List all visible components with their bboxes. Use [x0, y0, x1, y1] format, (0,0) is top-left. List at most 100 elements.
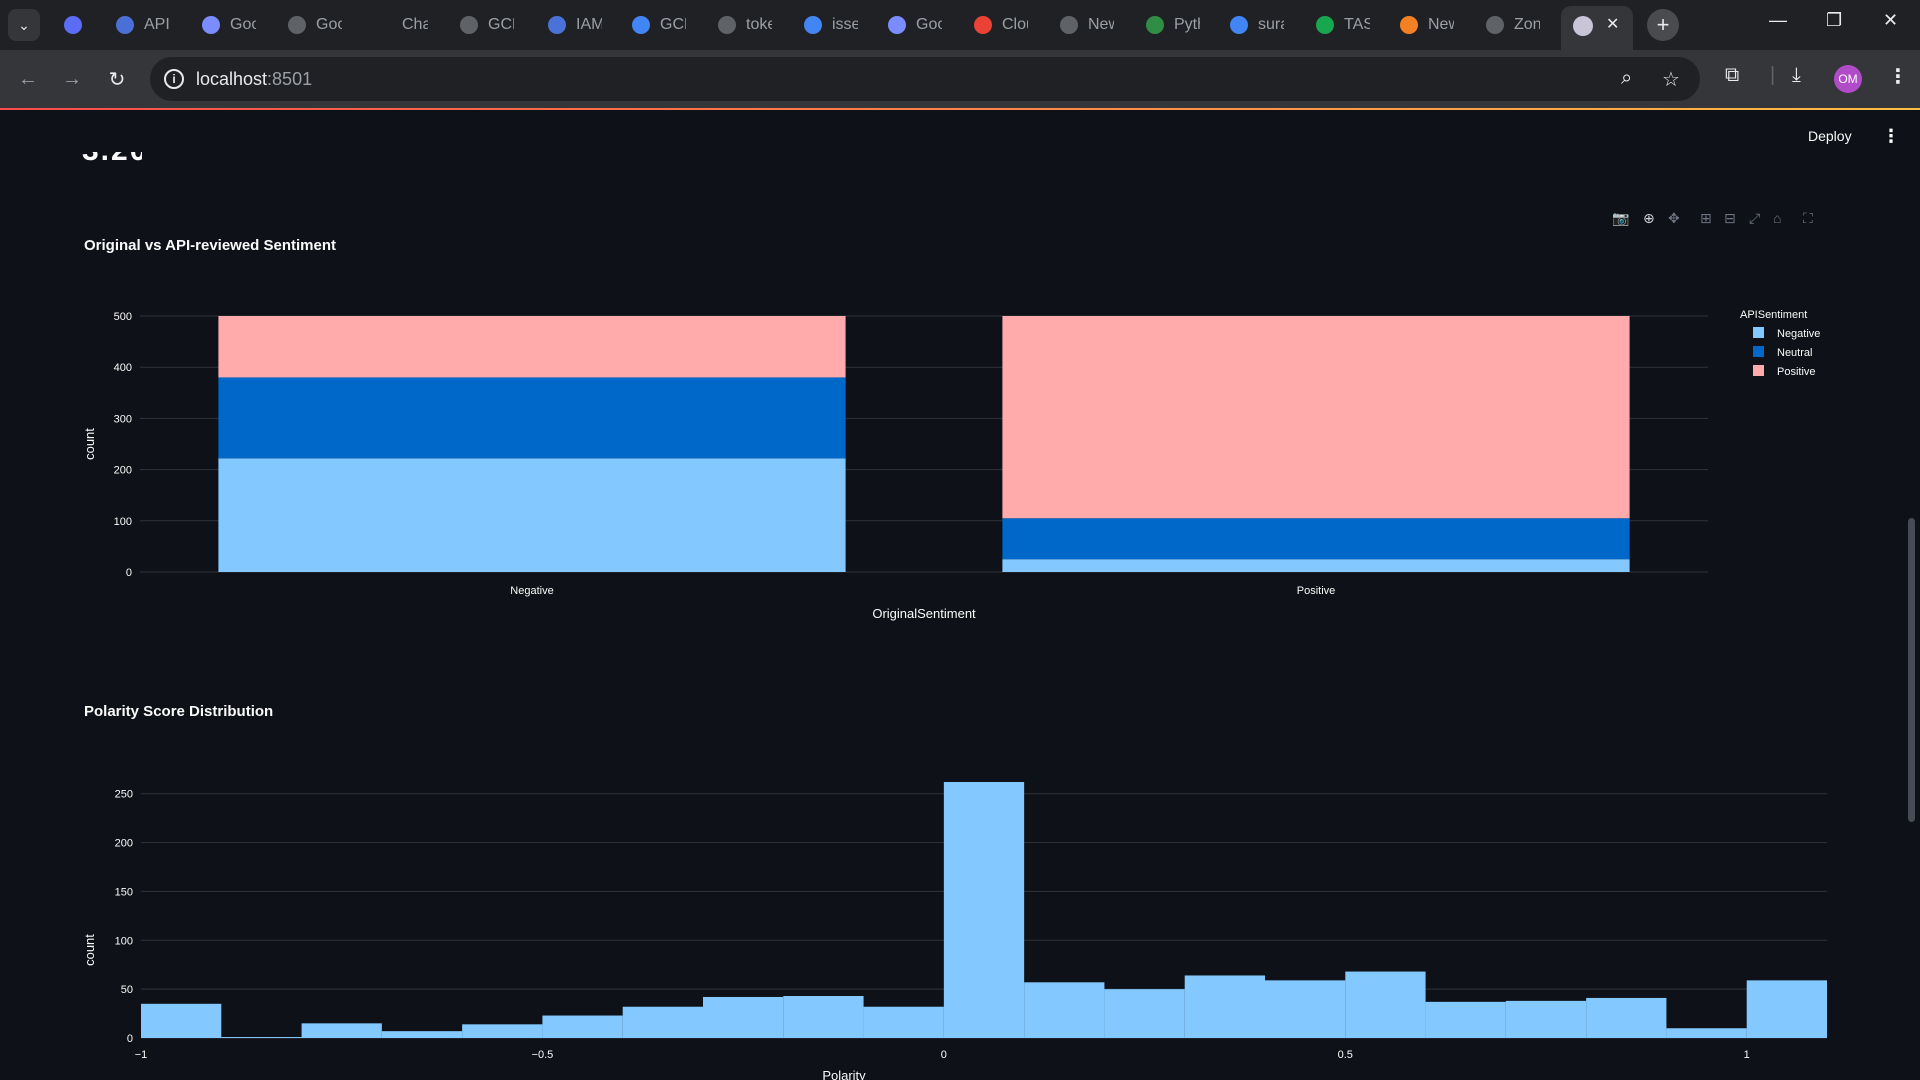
- y-axis-title: count: [82, 934, 97, 966]
- histogram-bar: [381, 1031, 463, 1038]
- histogram-bar: [221, 1037, 302, 1038]
- fullscreen-icon[interactable]: ⛶: [1803, 210, 1813, 227]
- histogram-bar: [1265, 980, 1346, 1038]
- tab-title: Goo: [316, 16, 342, 33]
- openai-icon: [1060, 16, 1078, 34]
- x-tick-label: Negative: [510, 585, 553, 597]
- address-bar[interactable]: i localhost:8501 ⌕ ☆: [150, 57, 1700, 101]
- minimize-icon[interactable]: —: [1769, 10, 1787, 31]
- bar-segment-positive: [218, 316, 846, 378]
- browser-tab[interactable]: toke: [718, 8, 772, 42]
- close-window-icon[interactable]: ✕: [1883, 10, 1898, 31]
- tab-title: sura: [1258, 16, 1284, 33]
- browser-tab[interactable]: GCP: [460, 8, 514, 42]
- site-info-icon[interactable]: i: [164, 69, 184, 89]
- histogram-bar: [1345, 971, 1426, 1038]
- cloud-icon: [974, 16, 992, 34]
- google-icon: [804, 16, 822, 34]
- api-icon: [116, 16, 134, 34]
- x-axis-title: OriginalSentiment: [872, 606, 976, 621]
- legend-item-positive: Positive: [1777, 366, 1816, 378]
- browser-menu-icon[interactable]: ⋮: [1888, 64, 1908, 89]
- forward-icon[interactable]: →: [56, 63, 88, 95]
- browser-tab[interactable]: IAM: [548, 8, 602, 42]
- histogram-bar: [141, 1003, 222, 1038]
- openai-icon: [460, 16, 478, 34]
- browser-tab[interactable]: [64, 8, 92, 42]
- zoom-icon[interactable]: ⊕: [1643, 210, 1655, 227]
- active-tab[interactable]: ✕: [1561, 6, 1633, 50]
- histogram-bar: [542, 1015, 623, 1038]
- zoom-icon[interactable]: ⌕: [1621, 67, 1632, 90]
- browser-tab[interactable]: GCP: [632, 8, 686, 42]
- browser-tab[interactable]: New: [1060, 8, 1114, 42]
- browser-tab[interactable]: Goo: [288, 8, 342, 42]
- zoom-in-icon[interactable]: ⊞: [1700, 210, 1712, 227]
- reload-icon[interactable]: ↻: [101, 63, 133, 95]
- cursor-app-icon: [64, 16, 82, 34]
- tab-strip: ⌄ APIs Goo Goo Cha GCP IAM GCP toke isse Goo Clou N…: [0, 0, 1920, 50]
- browser-tab[interactable]: New: [1400, 8, 1454, 42]
- browser-tab[interactable]: Pyth: [1146, 8, 1200, 42]
- zoom-out-icon[interactable]: ⊟: [1724, 210, 1736, 227]
- browser-tab[interactable]: APIs: [116, 8, 170, 42]
- bar-segment-negative: [218, 458, 846, 572]
- shield-icon: [548, 16, 566, 34]
- app-header: Deploy ⋮: [0, 110, 1920, 168]
- histogram-bar: [1586, 997, 1667, 1038]
- tab-title: Goo: [916, 16, 942, 33]
- url-text[interactable]: localhost:8501: [196, 69, 312, 90]
- browser-tab[interactable]: TAS: [1316, 8, 1370, 42]
- y-tick-label: 200: [115, 838, 133, 850]
- x-tick-label: 1: [1744, 1049, 1750, 1061]
- openai-icon: [1486, 16, 1504, 34]
- close-icon[interactable]: ✕: [1606, 14, 1619, 34]
- browser-tab[interactable]: isse: [804, 8, 858, 42]
- download-icon[interactable]: ⤓: [1792, 64, 1801, 87]
- tab-title: Clou: [1002, 16, 1028, 33]
- back-icon[interactable]: ←: [12, 63, 44, 95]
- streamlit-favicon-icon: [1573, 16, 1593, 36]
- stackoverflow-icon: [1400, 16, 1418, 34]
- pan-icon[interactable]: ✥: [1668, 210, 1680, 227]
- histogram-bar: [943, 782, 1025, 1038]
- home-icon[interactable]: ⌂: [1773, 210, 1781, 226]
- browser-tab[interactable]: Goo: [202, 8, 256, 42]
- y-tick-label: 50: [121, 984, 133, 996]
- restore-icon[interactable]: ❐: [1826, 10, 1842, 31]
- autoscale-icon[interactable]: ⤢: [1749, 210, 1760, 227]
- google-icon: [1230, 16, 1248, 34]
- histogram-bar: [703, 996, 784, 1038]
- browser-tab[interactable]: Zon: [1486, 8, 1540, 42]
- tab-title: IAM: [576, 16, 602, 33]
- avatar[interactable]: OM: [1834, 65, 1862, 93]
- x-tick-label: 0: [941, 1049, 947, 1061]
- tab-search-button[interactable]: ⌄: [8, 9, 40, 41]
- camera-icon[interactable]: 📷: [1612, 210, 1629, 227]
- histogram-bar: [1425, 1001, 1506, 1038]
- browser-tab[interactable]: Cha: [374, 8, 428, 42]
- cutoff-metric-value: 3.20: [82, 152, 142, 172]
- x-tick-label: Positive: [1297, 585, 1336, 597]
- y-tick-label: 250: [115, 789, 133, 801]
- browser-tab[interactable]: sura: [1230, 8, 1284, 42]
- bar-segment-neutral: [1002, 518, 1630, 560]
- browser-tab[interactable]: Clou: [974, 8, 1028, 42]
- page-scrollbar[interactable]: [1908, 518, 1915, 822]
- bar-segment-positive: [1002, 316, 1630, 519]
- y-axis-title: count: [82, 428, 97, 460]
- y-tick-label: 0: [127, 1033, 133, 1045]
- tab-title: New: [1088, 16, 1114, 33]
- tas-icon: [1316, 16, 1334, 34]
- extensions-icon[interactable]: ⧉: [1725, 64, 1739, 87]
- deploy-button[interactable]: Deploy: [1808, 128, 1852, 144]
- main-menu-icon[interactable]: ⋮: [1882, 126, 1900, 147]
- bar-segment-negative: [1002, 559, 1630, 572]
- tab-title: Zon: [1514, 16, 1540, 33]
- browser-tab[interactable]: Goo: [888, 8, 942, 42]
- bookmark-star-icon[interactable]: ☆: [1662, 67, 1680, 92]
- tab-title: Cha: [402, 16, 428, 33]
- histogram-bar: [1505, 1000, 1587, 1038]
- new-tab-button[interactable]: +: [1647, 9, 1679, 41]
- chevron-down-icon: ⌄: [18, 16, 30, 33]
